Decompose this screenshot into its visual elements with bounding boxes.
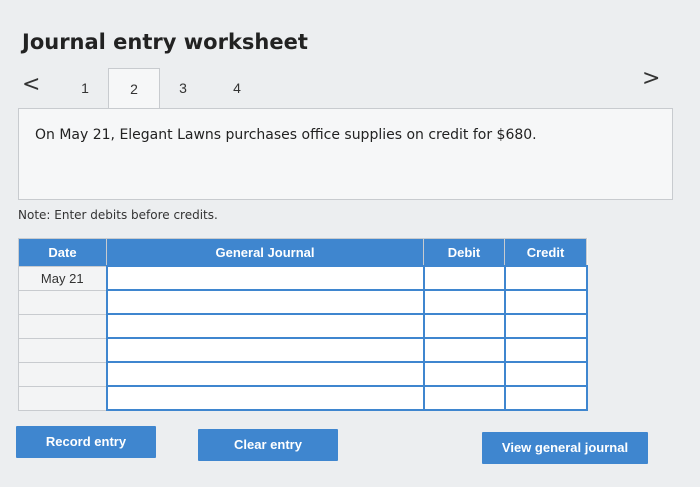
date-cell <box>18 289 107 315</box>
date-cell <box>18 385 107 411</box>
table-row <box>18 361 588 387</box>
column-header-general-journal: General Journal <box>106 238 424 267</box>
credit-input[interactable] <box>503 289 588 315</box>
page-title: Journal entry worksheet <box>22 30 308 54</box>
prompt-text: On May 21, Elegant Lawns purchases offic… <box>35 127 537 143</box>
table-row: May 21 <box>18 265 588 291</box>
debit-input[interactable] <box>422 313 506 339</box>
tab-4[interactable]: 4 <box>212 68 262 108</box>
date-cell <box>18 361 107 387</box>
credit-input[interactable] <box>503 337 588 363</box>
date-cell <box>18 313 107 339</box>
note-text: Note: Enter debits before credits. <box>18 208 218 222</box>
debit-input[interactable] <box>422 385 506 411</box>
debit-input[interactable] <box>422 361 506 387</box>
column-header-date: Date <box>18 238 107 267</box>
date-cell <box>18 337 107 363</box>
credit-input[interactable] <box>503 313 588 339</box>
table-row <box>18 289 588 315</box>
debit-input[interactable] <box>422 289 506 315</box>
table-row <box>18 337 588 363</box>
clear-entry-button[interactable]: Clear entry <box>198 429 338 461</box>
date-cell: May 21 <box>18 265 107 291</box>
tab-1[interactable]: 1 <box>60 68 110 108</box>
credit-input[interactable] <box>503 265 588 291</box>
tab-3[interactable]: 3 <box>158 68 208 108</box>
table-row <box>18 313 588 339</box>
chevron-left-icon[interactable]: < <box>22 72 40 97</box>
debit-input[interactable] <box>422 265 506 291</box>
account-input[interactable] <box>105 289 425 315</box>
column-header-credit: Credit <box>504 238 587 267</box>
tab-2[interactable]: 2 <box>108 68 160 111</box>
account-input[interactable] <box>105 385 425 411</box>
account-input[interactable] <box>105 337 425 363</box>
credit-input[interactable] <box>503 385 588 411</box>
debit-input[interactable] <box>422 337 506 363</box>
record-entry-button[interactable]: Record entry <box>16 426 156 458</box>
table-header-row: Date General Journal Debit Credit <box>18 238 587 267</box>
credit-input[interactable] <box>503 361 588 387</box>
journal-table: Date General Journal Debit Credit May 21 <box>18 238 588 411</box>
account-input[interactable] <box>105 313 425 339</box>
account-input[interactable] <box>105 361 425 387</box>
prompt-panel: On May 21, Elegant Lawns purchases offic… <box>18 108 673 200</box>
table-row <box>18 385 588 411</box>
account-input[interactable] <box>105 265 425 291</box>
chevron-right-icon[interactable]: > <box>642 66 660 91</box>
column-header-debit: Debit <box>423 238 505 267</box>
view-general-journal-button[interactable]: View general journal <box>482 432 648 464</box>
